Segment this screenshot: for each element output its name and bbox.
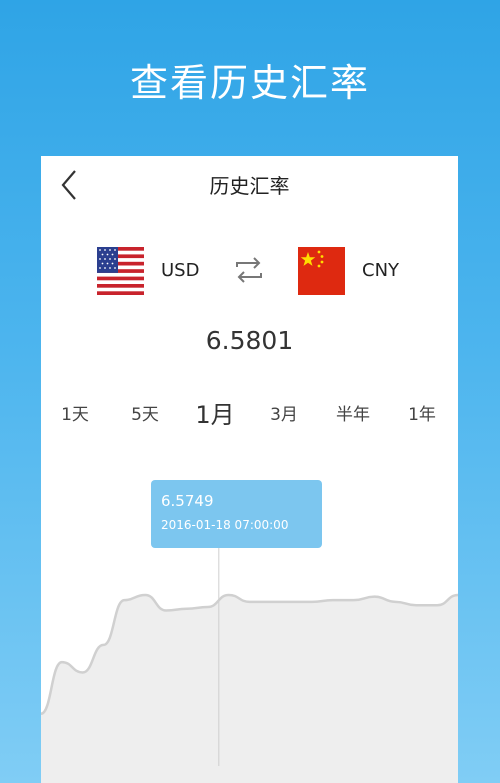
current-rate: 6.5801 [205,326,294,355]
chart-tooltip: 6.5749 2016-01-18 07:00:00 [151,480,322,548]
tab-5-days[interactable]: 5天 [115,400,175,425]
tab-1-year[interactable]: 1年 [392,400,452,425]
rate-history-chart[interactable] [41,536,458,783]
tooltip-value: 6.5749 [161,492,214,510]
swap-currency-button[interactable] [231,252,267,288]
page-title: 历史汇率 [209,174,290,198]
chart-area [41,594,458,783]
swap-arrows-icon [236,257,262,283]
cn-flag-icon[interactable] [298,247,345,295]
from-currency-code[interactable]: USD [161,260,199,281]
history-rate-screen: 历史汇率 USD CNY 6.5801 1天 5天 1月 3月 半年 1年 6.… [41,156,458,783]
to-currency-code[interactable]: CNY [362,260,399,281]
us-flag-icon[interactable] [97,247,144,295]
tab-3-months[interactable]: 3月 [254,400,314,425]
tooltip-time: 2016-01-18 07:00:00 [161,518,289,532]
tab-1-month[interactable]: 1月 [185,395,245,430]
promo-title: 查看历史汇率 [129,61,370,105]
tab-1-day[interactable]: 1天 [45,400,105,425]
tab-half-year[interactable]: 半年 [323,400,383,425]
